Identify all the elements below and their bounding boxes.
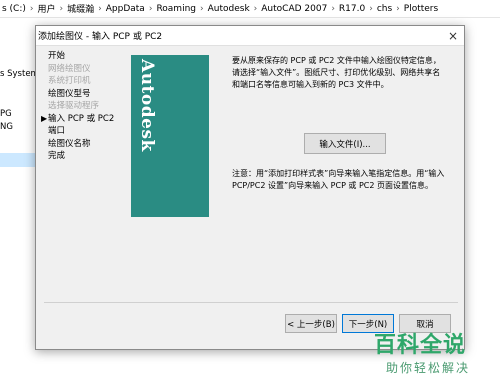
breadcrumb-users[interactable]: 用户 [38, 2, 56, 15]
watermark-slogan: 助你轻松解决 [386, 361, 471, 375]
add-plotter-dialog: 添加绘图仪 - 输入 PCP 或 PC2 × 开始 网络绘图仪 系统打印机 绘图… [35, 25, 465, 350]
breadcrumb-drive[interactable]: s (C:) [2, 4, 26, 14]
breadcrumb-user[interactable]: 城缀瀚 [67, 2, 94, 15]
nav-item-pg[interactable]: PG [0, 109, 12, 119]
breadcrumb-separator: › [253, 3, 258, 14]
breadcrumb-autocad[interactable]: AutoCAD 2007 [261, 4, 327, 14]
navigation-pane: s System PG NG [0, 18, 39, 387]
step-plotter-name: 绘图仪名称 [48, 138, 91, 149]
watermark: 百科全说 助你轻松解决 [372, 325, 497, 385]
nav-item-system[interactable]: s System [0, 69, 39, 79]
current-step-arrow-icon: ▶ [41, 113, 48, 123]
breadcrumb-appdata[interactable]: AppData [106, 4, 145, 14]
breadcrumb-plotters[interactable]: Plotters [404, 4, 438, 14]
description-text: 要从原来保存的 PCP 或 PC2 文件中输入绘图仪特定信息，请选择“输入文件”… [232, 56, 441, 89]
breadcrumb-chs[interactable]: chs [377, 4, 392, 14]
breadcrumb-separator: › [148, 3, 153, 14]
watermark-logo: 百科全说 [374, 333, 467, 358]
breadcrumb-separator: › [396, 3, 400, 14]
nav-selected-highlight [0, 153, 36, 167]
breadcrumb-separator: › [369, 3, 373, 14]
wizard-steps: 开始 网络绘图仪 系统打印机 绘图仪型号 选择驱动程序 ▶ 输入 PCP 或 P… [36, 50, 131, 163]
breadcrumb-separator: › [59, 3, 64, 14]
address-bar[interactable]: s (C:) › 用户 › 城缀瀚 › AppData › Roaming › … [0, 0, 500, 18]
close-icon[interactable]: × [448, 29, 458, 43]
step-start: 开始 [48, 51, 66, 61]
nav-item-ng[interactable]: NG [0, 122, 13, 132]
step-finish: 完成 [48, 151, 66, 161]
autodesk-banner: Autodesk [131, 55, 209, 217]
note-text: 注意：用“添加打印样式表”向导来输入笔指定信息。用“输入 PCP/PC2 设置”… [232, 169, 445, 190]
step-network-plotter: 网络绘图仪 [48, 63, 91, 74]
breadcrumb-r17[interactable]: R17.0 [339, 4, 365, 14]
breadcrumb-separator: › [29, 3, 34, 14]
step-import-pcp: ▶ 输入 PCP 或 PC2 [41, 113, 115, 124]
breadcrumb-separator: › [200, 3, 204, 14]
button-divider [44, 302, 458, 303]
breadcrumb-roaming[interactable]: Roaming [156, 4, 196, 14]
step-system-printer: 系统打印机 [48, 76, 91, 86]
breadcrumb-autodesk[interactable]: Autodesk [208, 4, 250, 14]
step-plotter-model: 绘图仪型号 [48, 88, 91, 99]
breadcrumb-separator: › [331, 3, 335, 14]
dialog-title: 添加绘图仪 - 输入 PCP 或 PC2 [38, 32, 163, 42]
back-button[interactable]: < 上一步(B) [285, 314, 337, 333]
autodesk-logo: Autodesk [137, 59, 157, 152]
breadcrumb-separator: › [98, 3, 102, 14]
import-file-button[interactable]: 输入文件(I)... [304, 133, 386, 154]
step-port: 端口 [48, 126, 66, 136]
dialog-titlebar[interactable]: 添加绘图仪 - 输入 PCP 或 PC2 × [36, 26, 464, 46]
step-select-driver: 选择驱动程序 [48, 101, 100, 111]
